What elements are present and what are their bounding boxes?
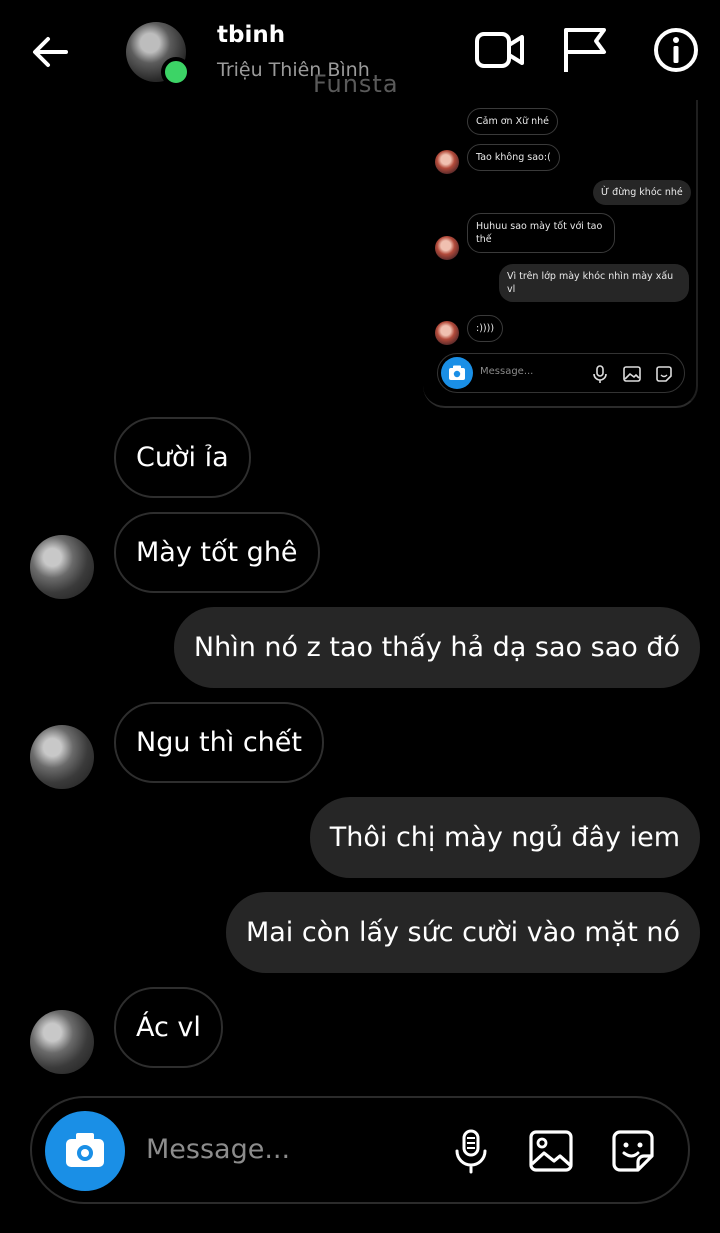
screenshot-message: Vì trên lớp mày khóc nhìn mày xấu vl — [499, 264, 689, 302]
microphone-icon — [593, 365, 607, 383]
message-input[interactable]: Message... — [146, 1134, 290, 1165]
sender-avatar[interactable] — [30, 1010, 94, 1074]
online-status-dot — [161, 57, 191, 87]
screenshot-composer: Message... — [437, 353, 685, 393]
message-incoming[interactable]: Ngu thì chết — [114, 702, 324, 783]
chat-header: tbinh Triệu Thiên Bình Funsta — [0, 0, 720, 100]
sender-avatar[interactable] — [30, 725, 94, 789]
message-incoming[interactable]: Ác vl — [114, 987, 223, 1068]
sticker-icon — [656, 366, 672, 382]
video-camera-icon[interactable] — [474, 26, 526, 74]
image-icon[interactable] — [528, 1128, 574, 1174]
info-icon[interactable] — [650, 26, 702, 74]
arrow-left-icon[interactable] — [28, 30, 72, 74]
message-incoming[interactable]: Mày tốt ghê — [114, 512, 320, 593]
screenshot-placeholder: Message... — [480, 366, 534, 377]
sender-avatar[interactable] — [30, 535, 94, 599]
screenshot-avatar — [435, 150, 459, 174]
screenshot-avatar — [435, 236, 459, 260]
screenshot-message: Huhuu sao mày tốt với tao thế — [467, 213, 615, 253]
message-outgoing[interactable]: Thôi chị mày ngủ đây iem — [309, 797, 700, 878]
message-outgoing[interactable]: Nhìn nó z tao thấy hả dạ sao sao đó — [173, 607, 700, 688]
contact-username[interactable]: tbinh — [217, 22, 285, 48]
camera-icon — [66, 1133, 104, 1167]
flag-icon[interactable] — [560, 26, 612, 74]
message-outgoing[interactable]: Mai còn lấy sức cười vào mặt nó — [225, 892, 700, 973]
camera-button[interactable] — [45, 1111, 125, 1191]
image-icon — [623, 366, 641, 382]
screenshot-message: Cảm ơn Xữ nhé — [467, 108, 559, 135]
message-incoming[interactable]: Cười ỉa — [114, 417, 251, 498]
camera-icon — [441, 357, 473, 389]
screenshot-message: :)))) — [467, 315, 504, 342]
screenshot-message: Ừ đừng khóc nhé — [593, 180, 691, 205]
message-composer: Message... — [30, 1096, 690, 1204]
microphone-icon[interactable] — [448, 1128, 494, 1174]
sticker-icon[interactable] — [610, 1128, 656, 1174]
screenshot-message: Tao không sao:( — [467, 144, 560, 171]
screenshot-avatar — [435, 321, 459, 345]
shared-screenshot[interactable]: Cảm ơn Xữ nhé Tao không sao:( Ừ đừng khó… — [423, 100, 698, 408]
watermark: Funsta — [313, 70, 399, 98]
